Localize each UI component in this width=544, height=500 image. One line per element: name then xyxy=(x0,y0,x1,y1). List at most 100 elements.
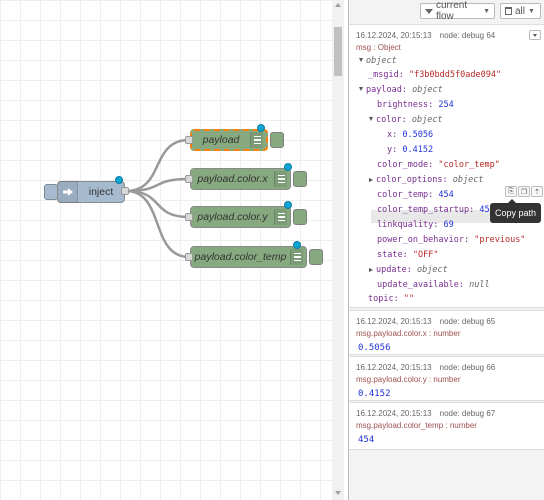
filter-label: current flow xyxy=(436,0,468,22)
debug-input-port[interactable] xyxy=(185,253,193,261)
tree-value: object xyxy=(416,265,448,275)
tree-row[interactable]: linkquality: 69 xyxy=(377,219,454,232)
debug-message: 16.12.2024, 20:15:13 node: debug 65 msg.p… xyxy=(349,310,544,355)
tree-key: linkquality: xyxy=(377,220,439,230)
arrow-right-icon xyxy=(58,181,78,203)
copy-path-tooltip: Copy path xyxy=(490,199,542,223)
debug-message-list[interactable]: 16.12.2024, 20:15:13 node: debug 64 msg :… xyxy=(349,24,544,500)
message-value[interactable]: 0.5056 xyxy=(358,343,391,353)
message-node-link[interactable]: node: debug 65 xyxy=(440,317,496,326)
expanded-caret-icon xyxy=(359,87,363,91)
tree-row[interactable]: update_available: null xyxy=(377,279,490,292)
collapsed-caret-icon xyxy=(369,268,373,272)
tree-value: object xyxy=(452,175,484,185)
debug-input-port[interactable] xyxy=(185,213,193,221)
workspace-vertical-scrollbar[interactable] xyxy=(332,0,344,500)
wire-to-payload[interactable] xyxy=(125,138,190,193)
debug-input-port[interactable] xyxy=(185,175,193,183)
filter-current-flow-button[interactable]: current flow ▼ xyxy=(420,0,495,22)
debug-toggle-button[interactable] xyxy=(293,171,307,187)
message-value[interactable]: 0.4152 xyxy=(358,389,391,399)
tree-row[interactable]: state: "OFF" xyxy=(377,249,438,262)
tree-row[interactable]: color_options: object xyxy=(369,174,484,187)
tree-row[interactable]: y: 0.4152 xyxy=(387,144,433,157)
tree-row[interactable]: color_mode: "color_temp" xyxy=(377,159,500,172)
inject-changed-indicator xyxy=(115,176,123,184)
message-meta: 16.12.2024, 20:15:13 node: debug 65 xyxy=(356,317,495,326)
message-timestamp: 16.12.2024, 20:15:13 xyxy=(356,409,432,418)
tree-key: color: xyxy=(376,115,407,125)
flow-workspace[interactable]: inject payload payload.color.x payload.c… xyxy=(0,0,332,500)
wire-to-payload-color-temp[interactable] xyxy=(125,189,190,259)
debug-toggle-button[interactable] xyxy=(270,132,284,148)
tree-row[interactable]: x: 0.5056 xyxy=(387,129,433,142)
trash-icon xyxy=(505,7,512,15)
tree-key: state: xyxy=(377,250,408,260)
message-topic: msg.payload.color.x : number xyxy=(356,329,461,338)
tree-key: update: xyxy=(376,265,412,275)
debug-node-label: payload xyxy=(202,134,240,146)
tree-value: 254 xyxy=(438,100,454,110)
row-tools: ⎘ ❐ ⇡ xyxy=(505,186,543,197)
message-node-link[interactable]: node: debug 66 xyxy=(440,363,496,372)
debug-toggle-button[interactable] xyxy=(309,249,323,265)
message-value[interactable]: 454 xyxy=(358,435,374,445)
tree-row-root[interactable]: object xyxy=(359,55,397,68)
debug-list-icon xyxy=(250,132,263,148)
scroll-down-arrow-icon[interactable] xyxy=(335,491,341,495)
tree-row-hovered[interactable]: color_temp: 454 xyxy=(377,189,454,202)
wire-to-payload-color-y[interactable] xyxy=(125,189,190,219)
inject-output-port[interactable] xyxy=(121,187,129,195)
copy-value-icon[interactable]: ❐ xyxy=(518,186,530,197)
tree-value: 69 xyxy=(443,220,454,230)
tree-value: object xyxy=(412,85,443,95)
message-meta: 16.12.2024, 20:15:13 node: debug 64 xyxy=(356,31,495,40)
tree-value: 454 xyxy=(438,190,454,200)
debug-message: 16.12.2024, 20:15:13 node: debug 67 msg.p… xyxy=(349,402,544,450)
tree-row[interactable]: color_temp_startup: 454 xyxy=(377,204,495,217)
debug-node-payload-color-y[interactable]: payload.color.y xyxy=(190,206,291,228)
message-meta: 16.12.2024, 20:15:13 node: debug 67 xyxy=(356,409,495,418)
message-topic: msg.payload.color.y : number xyxy=(356,375,461,384)
tree-row[interactable]: update: object xyxy=(369,264,448,277)
tree-row[interactable]: color: object xyxy=(369,114,443,127)
caret-down-icon: ▼ xyxy=(528,7,535,15)
debug-node-label: payload.color_temp xyxy=(194,251,287,263)
inject-node[interactable]: inject xyxy=(57,181,125,203)
tree-row[interactable]: payload: object xyxy=(359,84,443,97)
scroll-up-arrow-icon[interactable] xyxy=(335,3,341,7)
debug-node-payload[interactable]: payload xyxy=(190,129,268,151)
clear-all-button[interactable]: all ▼ xyxy=(500,3,541,19)
debug-input-port[interactable] xyxy=(185,136,193,144)
message-menu-button[interactable] xyxy=(529,30,541,40)
message-node-link[interactable]: node: debug 67 xyxy=(440,409,496,418)
debug-changed-indicator xyxy=(284,163,292,171)
tree-value: "" xyxy=(403,294,415,304)
tree-key: color_mode: xyxy=(377,160,434,170)
debug-changed-indicator xyxy=(257,124,265,132)
tree-value: object xyxy=(411,115,443,125)
debug-node-label: payload.color.x xyxy=(197,173,268,185)
debug-changed-indicator xyxy=(284,201,292,209)
message-topic: msg : Object xyxy=(356,43,401,52)
debug-toggle-button[interactable] xyxy=(293,209,307,225)
inject-trigger-button[interactable] xyxy=(44,184,58,200)
tree-key: y: xyxy=(387,145,398,155)
debug-sidebar: current flow ▼ all ▼ 16.12.2024, 20:15:1… xyxy=(348,0,544,500)
debug-list-icon xyxy=(274,209,287,225)
tree-value: "color_temp" xyxy=(438,160,500,170)
tree-row[interactable]: brightness: 254 xyxy=(377,99,454,112)
tree-key: x: xyxy=(387,130,398,140)
tree-row[interactable]: topic: "" xyxy=(368,293,414,306)
debug-node-payload-color-x[interactable]: payload.color.x xyxy=(190,168,291,190)
debug-node-payload-color-temp[interactable]: payload.color_temp xyxy=(190,246,307,268)
message-topic: msg.payload.color_temp : number xyxy=(356,421,477,430)
copy-path-icon[interactable]: ⎘ xyxy=(505,186,517,197)
inject-node-label: inject xyxy=(88,186,114,198)
scrollbar-thumb[interactable] xyxy=(334,27,342,76)
debug-toolbar: current flow ▼ all ▼ xyxy=(349,0,544,22)
tree-row[interactable]: _msgid: "f3b0bdd5f0ade094" xyxy=(368,69,501,82)
message-node-link[interactable]: node: debug 64 xyxy=(440,31,496,40)
tree-row[interactable]: power_on_behavior: "previous" xyxy=(377,234,525,247)
pin-icon[interactable]: ⇡ xyxy=(531,186,543,197)
